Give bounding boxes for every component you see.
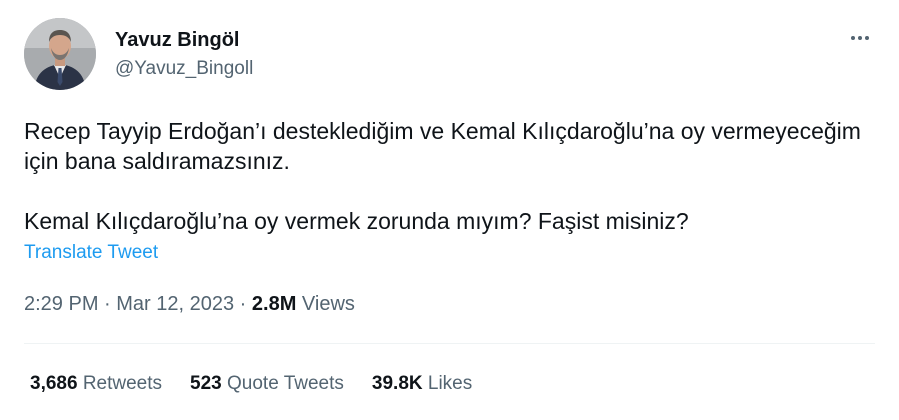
retweets-count: 3,686 [30, 373, 78, 394]
more-horizontal-icon-dot [858, 36, 862, 40]
quote-tweets-stat[interactable]: 523 Quote Tweets [190, 370, 344, 398]
tweet-meta: 2:29 PM · Mar 12, 2023 · 2.8M Views [24, 290, 355, 318]
avatar-photo [24, 18, 96, 90]
tweet-paragraph-1: Recep Tayyip Erdoğan’ı desteklediğim ve … [24, 118, 861, 174]
retweets-stat[interactable]: 3,686 Retweets [30, 370, 162, 398]
more-horizontal-icon [851, 36, 855, 40]
tweet-text: Recep Tayyip Erdoğan’ı desteklediğim ve … [24, 116, 864, 236]
divider [24, 343, 875, 344]
meta-separator: · [98, 293, 117, 315]
tweet-card: Yavuz Bingöl @Yavuz_Bingoll Recep Tayyip… [0, 0, 899, 420]
views-count: 2.8M [251, 293, 297, 315]
more-horizontal-icon-dot [865, 36, 869, 40]
likes-stat[interactable]: 39.8K Likes [372, 370, 472, 398]
likes-count: 39.8K [371, 373, 423, 394]
likes-label: Likes [422, 373, 473, 394]
retweets-label: Retweets [77, 373, 163, 394]
more-options-button[interactable] [846, 26, 874, 50]
quote-tweets-count: 523 [190, 373, 222, 394]
tweet-paragraph-2: Kemal Kılıçdaroğlu’na oy vermek zorunda … [24, 208, 689, 234]
author-display-name[interactable]: Yavuz Bingöl [115, 28, 239, 52]
translate-tweet-link[interactable]: Translate Tweet [24, 241, 158, 265]
author-handle[interactable]: @Yavuz_Bingoll [115, 57, 253, 81]
avatar[interactable] [24, 18, 96, 90]
tweet-date[interactable]: Mar 12, 2023 [116, 293, 234, 315]
quote-tweets-label: Quote Tweets [221, 373, 344, 394]
tweet-time[interactable]: 2:29 PM [24, 293, 98, 315]
tweet-stats: 3,686 Retweets 523 Quote Tweets 39.8K Li… [30, 370, 472, 398]
views-label: Views [296, 293, 355, 315]
meta-separator: · [234, 293, 252, 315]
